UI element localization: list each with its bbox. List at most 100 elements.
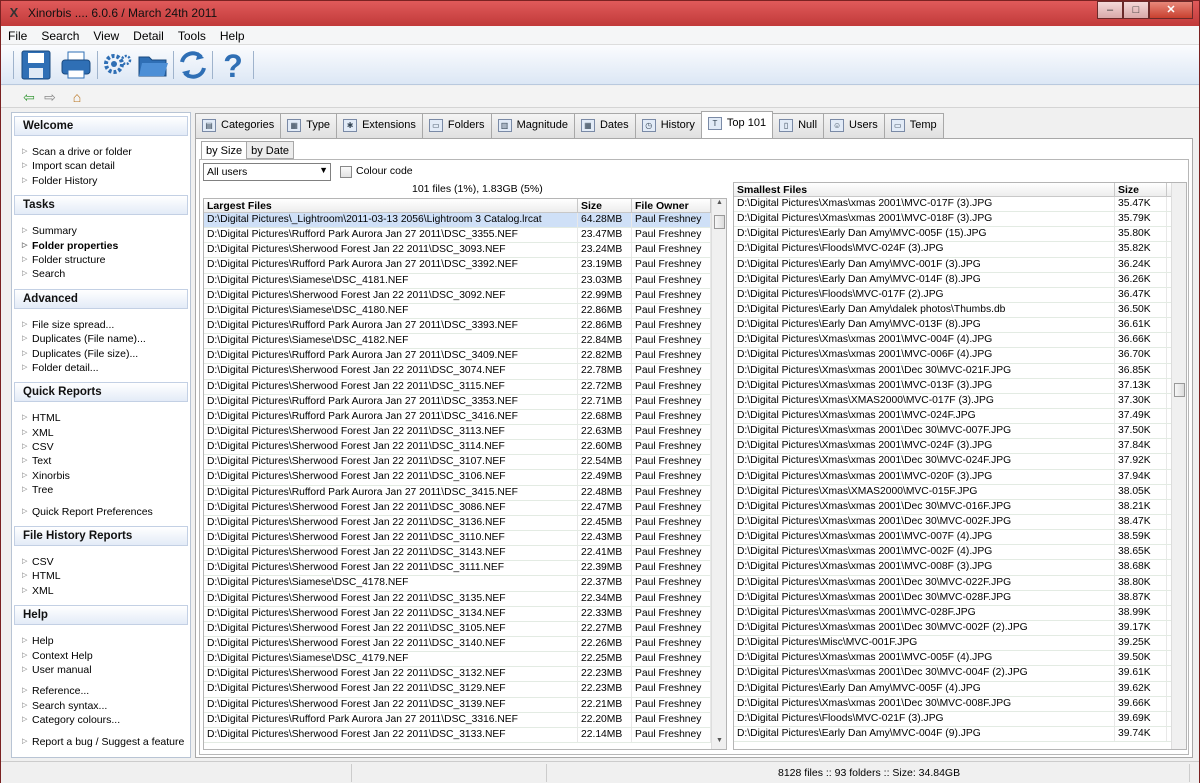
tab-history[interactable]: ◷ History	[634, 113, 702, 138]
menu-view[interactable]: View	[86, 26, 126, 44]
maximize-button[interactable]: □	[1123, 1, 1149, 19]
menu-help[interactable]: Help	[213, 26, 252, 44]
sidebar-item-csv[interactable]: CSV	[22, 440, 190, 454]
sidebar-item-duplicates-size[interactable]: Duplicates (File size)...	[22, 347, 190, 361]
table-row[interactable]: D:\Digital Pictures\Sherwood Forest Jan …	[204, 530, 726, 547]
table-row[interactable]: D:\Digital Pictures\Xmas\xmas 2001\Dec 3…	[734, 666, 1186, 682]
colour-code-option[interactable]: Colour code	[340, 165, 413, 178]
tab-type[interactable]: ▦ Type	[280, 113, 338, 138]
sidebar-item-folder-detail[interactable]: Folder detail...	[22, 361, 190, 375]
sidebar-item-category-colours[interactable]: Category colours...	[22, 713, 190, 727]
menu-detail[interactable]: Detail	[126, 26, 171, 44]
table-row[interactable]: D:\Digital Pictures\Xmas\xmas 2001\Dec 3…	[734, 514, 1186, 531]
sidebar-item-duplicates-name[interactable]: Duplicates (File name)...	[22, 332, 190, 346]
table-row[interactable]: D:\Digital Pictures\Xmas\xmas 2001\Dec 3…	[734, 424, 1186, 440]
scroll-down-arrow-icon[interactable]: ▼	[712, 737, 726, 749]
table-row[interactable]: D:\Digital Pictures\Sherwood Forest Jan …	[204, 697, 726, 713]
table-row[interactable]: D:\Digital Pictures\Sherwood Forest Jan …	[204, 727, 726, 743]
column-header-file-owner[interactable]: File Owner	[632, 199, 711, 212]
table-row[interactable]: D:\Digital Pictures\Sherwood Forest Jan …	[204, 682, 726, 698]
tab-users[interactable]: ☺ Users	[823, 113, 885, 138]
column-header-size[interactable]: Size	[1115, 183, 1167, 196]
table-row[interactable]: D:\Digital Pictures\Rufford Park Aurora …	[204, 485, 726, 501]
table-row[interactable]: D:\Digital Pictures\Sherwood Forest Jan …	[204, 561, 726, 577]
table-row[interactable]: D:\Digital Pictures\Rufford Park Aurora …	[204, 394, 726, 410]
table-row[interactable]: D:\Digital Pictures\Sherwood Forest Jan …	[204, 243, 726, 259]
table-row[interactable]: D:\Digital Pictures\Xmas\xmas 2001\MVC-0…	[734, 212, 1186, 228]
table-row[interactable]: D:\Digital Pictures\Xmas\xmas 2001\MVC-0…	[734, 530, 1186, 546]
table-row[interactable]: D:\Digital Pictures\Xmas\xmas 2001\MVC-0…	[734, 378, 1186, 394]
table-row[interactable]: D:\Digital Pictures\Misc\MVC-001F.JPG 39.…	[734, 636, 1186, 652]
sidebar-item-file-size-spread[interactable]: File size spread...	[22, 318, 190, 332]
scroll-up-arrow-icon[interactable]: ▲	[712, 199, 726, 211]
tab-top-101[interactable]: T Top 101	[700, 111, 774, 139]
table-row[interactable]: D:\Digital Pictures\Xmas\xmas 2001\MVC-0…	[734, 469, 1186, 485]
table-row[interactable]: D:\Digital Pictures\Xmas\xmas 2001\Dec 3…	[734, 575, 1186, 591]
save-icon[interactable]	[19, 48, 53, 82]
column-header-smallest-files[interactable]: Smallest Files	[734, 183, 1115, 196]
sidebar-section-welcome[interactable]: Welcome	[14, 116, 188, 136]
sidebar-item-import-scan[interactable]: Import scan detail	[22, 159, 190, 173]
table-row[interactable]: D:\Digital Pictures\Siamese\DSC_4179.NEF…	[204, 652, 726, 668]
table-row[interactable]: D:\Digital Pictures\Xmas\xmas 2001\Dec 3…	[734, 590, 1186, 606]
table-row[interactable]: D:\Digital Pictures\Xmas\xmas 2001\Dec 3…	[734, 499, 1186, 515]
sidebar-item-context-help[interactable]: Context Help	[22, 649, 190, 663]
largest-files-scrollbar[interactable]: ▲ ▼	[711, 199, 726, 749]
table-row[interactable]: D:\Digital Pictures\Xmas\xmas 2001\MVC-0…	[734, 651, 1186, 667]
table-row[interactable]: D:\Digital Pictures\Xmas\xmas 2001\MVC-0…	[734, 408, 1186, 425]
table-row[interactable]: D:\Digital Pictures\Sherwood Forest Jan …	[204, 621, 726, 637]
table-row[interactable]: D:\Digital Pictures\Xmas\xmas 2001\Dec 3…	[734, 620, 1186, 637]
table-row[interactable]: D:\Digital Pictures\Sherwood Forest Jan …	[204, 288, 726, 304]
column-header-largest-files[interactable]: Largest Files	[204, 199, 578, 212]
tab-temp[interactable]: ▭ Temp	[883, 113, 944, 138]
table-row[interactable]: D:\Digital Pictures\Sherwood Forest Jan …	[204, 636, 726, 653]
table-row[interactable]: D:\Digital Pictures\Sherwood Forest Jan …	[204, 591, 726, 607]
table-row[interactable]: D:\Digital Pictures\Xmas\xmas 2001\MVC-0…	[734, 439, 1186, 455]
table-row[interactable]: D:\Digital Pictures\Sherwood Forest Jan …	[204, 546, 726, 562]
largest-files-table[interactable]: Largest Files Size File Owner D:\Digital…	[203, 198, 727, 750]
table-row[interactable]: D:\Digital Pictures\Sherwood Forest Jan …	[204, 440, 726, 456]
table-row[interactable]: D:\Digital Pictures\Early Dan Amy\MVC-00…	[734, 681, 1186, 697]
table-row[interactable]: D:\Digital Pictures\Rufford Park Aurora …	[204, 712, 726, 728]
table-row[interactable]: D:\Digital Pictures\Sherwood Forest Jan …	[204, 455, 726, 471]
sidebar-item-help[interactable]: Help	[22, 634, 190, 648]
table-row[interactable]: D:\Digital Pictures\Xmas\xmas 2001\MVC-0…	[734, 560, 1186, 576]
back-arrow-icon[interactable]: ⇦	[21, 89, 37, 105]
table-row[interactable]: D:\Digital Pictures\Xmas\xmas 2001\Dec 3…	[734, 696, 1186, 712]
minimize-button[interactable]: –	[1097, 1, 1123, 19]
table-row[interactable]: D:\Digital Pictures\Xmas\xmas 2001\MVC-0…	[734, 333, 1186, 349]
table-row[interactable]: D:\Digital Pictures\Rufford Park Aurora …	[204, 228, 726, 244]
table-row[interactable]: D:\Digital Pictures\Floods\MVC-017F (2).…	[734, 287, 1186, 303]
sidebar-item-search[interactable]: Search	[22, 267, 190, 281]
tab-magnitude[interactable]: ▥ Magnitude	[490, 113, 575, 138]
home-icon[interactable]: ⌂	[69, 89, 85, 105]
table-row[interactable]: D:\Digital Pictures\Sherwood Forest Jan …	[204, 515, 726, 531]
tab-categories[interactable]: ▤ Categories	[195, 113, 282, 138]
sidebar-item-folder-properties[interactable]: Folder properties	[22, 239, 190, 253]
table-row[interactable]: D:\Digital Pictures\_Lightroom\2011-03-1…	[204, 213, 726, 229]
table-row[interactable]: D:\Digital Pictures\Xmas\XMAS2000\MVC-01…	[734, 484, 1186, 500]
sidebar-item-html[interactable]: HTML	[22, 411, 190, 425]
table-row[interactable]: D:\Digital Pictures\Sherwood Forest Jan …	[204, 470, 726, 486]
smallest-files-table[interactable]: Smallest Files Size D:\Digital Pictures\…	[733, 182, 1187, 750]
table-row[interactable]: D:\Digital Pictures\Rufford Park Aurora …	[204, 349, 726, 365]
sidebar-item-scan[interactable]: Scan a drive or folder	[22, 145, 190, 159]
menu-tools[interactable]: Tools	[171, 26, 213, 44]
colour-code-checkbox[interactable]	[340, 166, 352, 178]
table-row[interactable]: D:\Digital Pictures\Sherwood Forest Jan …	[204, 667, 726, 683]
scrollbar-thumb[interactable]	[714, 215, 725, 229]
refresh-icon[interactable]	[176, 48, 210, 82]
table-row[interactable]: D:\Digital Pictures\Xmas\xmas 2001\MVC-0…	[734, 545, 1186, 561]
sidebar-item-folder-structure[interactable]: Folder structure	[22, 253, 190, 267]
sidebar-item-reference[interactable]: Reference...	[22, 684, 190, 698]
column-header-size[interactable]: Size	[578, 199, 632, 212]
sidebar-item-tree[interactable]: Tree	[22, 483, 190, 497]
help-icon[interactable]: ?	[216, 48, 250, 84]
forward-arrow-icon[interactable]: ⇨	[42, 89, 58, 105]
table-row[interactable]: D:\Digital Pictures\Siamese\DSC_4181.NEF…	[204, 273, 726, 289]
sidebar-item-quick-report-preferences[interactable]: Quick Report Preferences	[22, 505, 190, 519]
table-row[interactable]: D:\Digital Pictures\Early Dan Amy\MVC-00…	[734, 257, 1186, 273]
sidebar-item-user-manual[interactable]: User manual	[22, 663, 190, 677]
table-row[interactable]: D:\Digital Pictures\Early Dan Amy\MVC-00…	[734, 726, 1186, 743]
sidebar-item-summary[interactable]: Summary	[22, 224, 190, 238]
